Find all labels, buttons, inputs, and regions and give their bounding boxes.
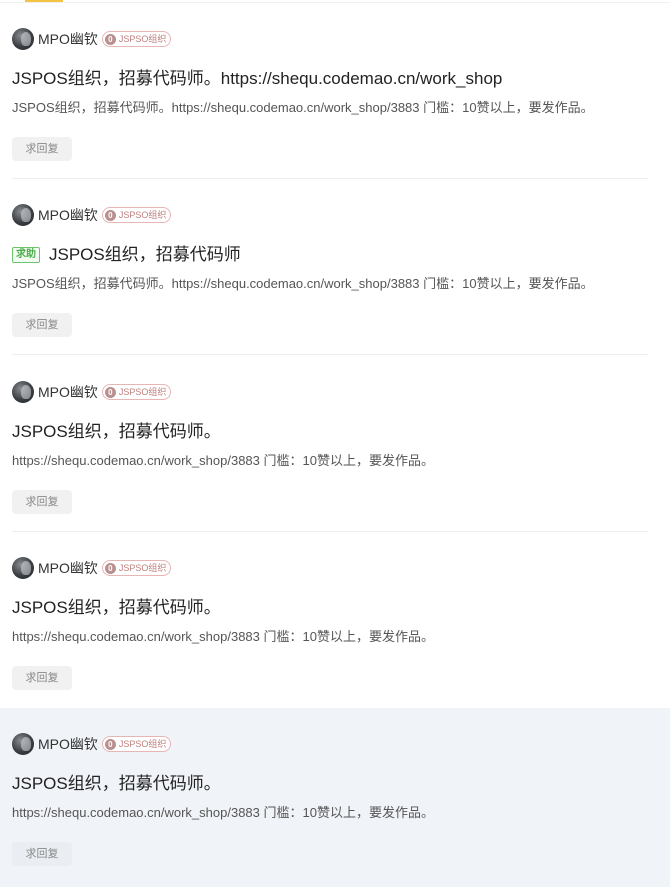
author-name[interactable]: MPO幽钦 [38, 380, 98, 404]
badge-level: 0 [104, 562, 116, 574]
author-row: MPO幽钦 0 JSPSO组织 [12, 556, 172, 580]
post-title-row: JSPOS组织，招募代码师。 [12, 772, 221, 796]
org-badge: 0 JSPSO组织 [101, 384, 172, 400]
post-title[interactable]: JSPOS组织，招募代码师。 [12, 596, 221, 620]
badge-org-name: JSPSO组织 [118, 210, 167, 220]
post-title-row: JSPOS组织，招募代码师。https://shequ.codemao.cn/w… [12, 67, 502, 91]
post-divider [12, 354, 648, 355]
reply-request-button[interactable]: 求回复 [12, 842, 72, 866]
org-badge: 0 JSPSO组织 [101, 560, 172, 576]
post-body: https://shequ.codemao.cn/work_shop/3883 … [12, 629, 434, 644]
badge-org-name: JSPSO组织 [118, 739, 167, 749]
badge-org-name: JSPSO组织 [118, 34, 167, 44]
badge-org-name: JSPSO组织 [118, 563, 167, 573]
post-body: JSPOS组织，招募代码师。https://shequ.codemao.cn/w… [12, 276, 594, 291]
help-tag: 求助 [12, 247, 40, 263]
post-title[interactable]: JSPOS组织，招募代码师。https://shequ.codemao.cn/w… [12, 67, 502, 91]
avatar[interactable] [12, 204, 34, 226]
badge-level: 0 [104, 738, 116, 750]
reply-request-button[interactable]: 求回复 [12, 313, 72, 337]
author-name[interactable]: MPO幽钦 [38, 27, 98, 51]
post-title[interactable]: JSPOS组织，招募代码师。 [12, 772, 221, 796]
post-title[interactable]: JSPOS组织，招募代码师 [49, 243, 241, 267]
post-body: https://shequ.codemao.cn/work_shop/3883 … [12, 453, 434, 468]
post-card[interactable]: MPO幽钦 0 JSPSO组织 JSPOS组织，招募代码师。https://sh… [0, 3, 670, 179]
post-title-row: JSPOS组织，招募代码师。 [12, 596, 221, 620]
badge-level: 0 [104, 209, 116, 221]
post-card[interactable]: MPO幽钦 0 JSPSO组织 JSPOS组织，招募代码师。 https://s… [0, 532, 670, 708]
badge-org-name: JSPSO组织 [118, 387, 167, 397]
avatar[interactable] [12, 381, 34, 403]
author-row: MPO幽钦 0 JSPSO组织 [12, 732, 172, 756]
author-name[interactable]: MPO幽钦 [38, 203, 98, 227]
org-badge: 0 JSPSO组织 [101, 736, 172, 752]
post-card[interactable]: MPO幽钦 0 JSPSO组织 JSPOS组织，招募代码师。 https://s… [0, 356, 670, 532]
post-card[interactable]: MPO幽钦 0 JSPSO组织 求助 JSPOS组织，招募代码师 JSPOS组织… [0, 179, 670, 355]
avatar[interactable] [12, 557, 34, 579]
badge-level: 0 [104, 33, 116, 45]
author-row: MPO幽钦 0 JSPSO组织 [12, 380, 172, 404]
post-title[interactable]: JSPOS组织，招募代码师。 [12, 420, 221, 444]
org-badge: 0 JSPSO组织 [101, 207, 172, 223]
author-name[interactable]: MPO幽钦 [38, 732, 98, 756]
avatar[interactable] [12, 28, 34, 50]
reply-request-button[interactable]: 求回复 [12, 137, 72, 161]
post-card-hovered[interactable]: MPO幽钦 0 JSPSO组织 JSPOS组织，招募代码师。 https://s… [0, 708, 670, 887]
reply-request-button[interactable]: 求回复 [12, 666, 72, 690]
avatar[interactable] [12, 733, 34, 755]
org-badge: 0 JSPSO组织 [101, 31, 172, 47]
badge-level: 0 [104, 386, 116, 398]
post-body: https://shequ.codemao.cn/work_shop/3883 … [12, 805, 434, 820]
post-title-row: 求助 JSPOS组织，招募代码师 [12, 243, 241, 267]
author-name[interactable]: MPO幽钦 [38, 556, 98, 580]
author-row: MPO幽钦 0 JSPSO组织 [12, 203, 172, 227]
author-row: MPO幽钦 0 JSPSO组织 [12, 27, 172, 51]
post-title-row: JSPOS组织，招募代码师。 [12, 420, 221, 444]
reply-request-button[interactable]: 求回复 [12, 490, 72, 514]
post-body: JSPOS组织，招募代码师。https://shequ.codemao.cn/w… [12, 100, 594, 115]
